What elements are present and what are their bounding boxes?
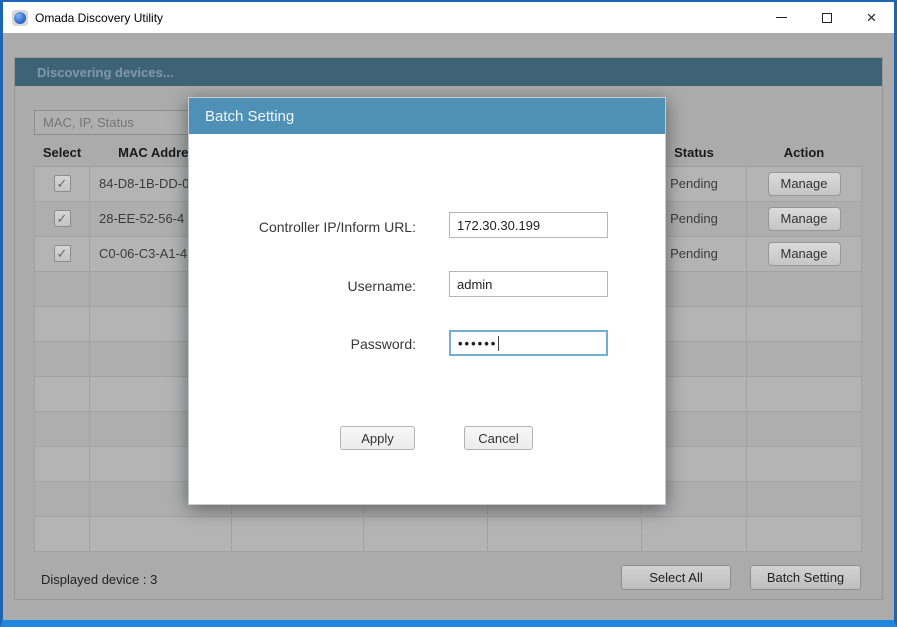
- action-cell: Manage: [747, 236, 862, 271]
- controller-url-label: Controller IP/Inform URL:: [189, 219, 416, 235]
- empty-cell: [747, 481, 862, 516]
- minimize-icon: [776, 17, 787, 18]
- action-cell: Manage: [747, 166, 862, 201]
- controller-url-input[interactable]: [449, 212, 608, 238]
- empty-cell: [35, 446, 90, 481]
- empty-cell: [364, 516, 488, 551]
- empty-cell: [232, 516, 364, 551]
- empty-cell: [35, 376, 90, 411]
- select-all-button[interactable]: Select All: [621, 565, 731, 590]
- dialog-titlebar[interactable]: Batch Setting: [189, 98, 665, 134]
- check-icon: ✓: [57, 211, 68, 226]
- maximize-icon: [822, 13, 832, 23]
- action-cell: Manage: [747, 201, 862, 236]
- empty-cell: [35, 516, 90, 551]
- window-title: Omada Discovery Utility: [35, 11, 163, 25]
- empty-cell: [747, 376, 862, 411]
- username-label: Username:: [189, 278, 416, 294]
- close-button[interactable]: ×: [849, 2, 894, 33]
- maximize-button[interactable]: [804, 2, 849, 33]
- check-icon: ✓: [57, 176, 68, 191]
- empty-cell: [642, 516, 747, 551]
- row-checkbox[interactable]: ✓: [54, 245, 71, 262]
- empty-cell: [35, 481, 90, 516]
- displayed-device-count: Displayed device : 3: [41, 572, 157, 587]
- password-masked-value: ••••••: [458, 336, 497, 351]
- app-window: Omada Discovery Utility × Discovering de…: [0, 0, 897, 627]
- column-action: Action: [747, 139, 862, 166]
- empty-cell: [747, 446, 862, 481]
- empty-cell: [90, 516, 232, 551]
- empty-cell: [747, 271, 862, 306]
- row-checkbox[interactable]: ✓: [54, 210, 71, 227]
- column-select: Select: [35, 139, 90, 166]
- apply-button[interactable]: Apply: [340, 426, 415, 450]
- empty-cell: [747, 411, 862, 446]
- close-icon: ×: [867, 8, 877, 28]
- check-icon: ✓: [57, 246, 68, 261]
- minimize-button[interactable]: [759, 2, 804, 33]
- select-cell: ✓: [35, 166, 90, 201]
- batch-setting-dialog: Batch Setting Controller IP/Inform URL: …: [188, 97, 666, 505]
- password-input[interactable]: ••••••: [449, 330, 608, 356]
- discover-status-text: Discovering devices...: [37, 65, 174, 80]
- empty-cell: [35, 411, 90, 446]
- discover-status-bar: Discovering devices...: [15, 58, 882, 86]
- window-titlebar[interactable]: Omada Discovery Utility ×: [3, 2, 894, 33]
- text-cursor: [498, 336, 499, 351]
- batch-setting-button[interactable]: Batch Setting: [750, 565, 861, 590]
- empty-cell: [35, 271, 90, 306]
- select-cell: ✓: [35, 201, 90, 236]
- username-input[interactable]: [449, 271, 608, 297]
- password-label: Password:: [189, 336, 416, 352]
- empty-cell: [35, 306, 90, 341]
- row-checkbox[interactable]: ✓: [54, 175, 71, 192]
- window-controls: ×: [759, 2, 894, 33]
- manage-button[interactable]: Manage: [768, 207, 841, 231]
- dialog-title: Batch Setting: [205, 108, 294, 125]
- select-cell: ✓: [35, 236, 90, 271]
- empty-cell: [747, 306, 862, 341]
- empty-cell: [35, 341, 90, 376]
- manage-button[interactable]: Manage: [768, 172, 841, 196]
- app-logo-icon: [12, 10, 28, 26]
- empty-table-row: [35, 516, 862, 551]
- manage-button[interactable]: Manage: [768, 242, 841, 266]
- empty-cell: [747, 341, 862, 376]
- empty-cell: [488, 516, 642, 551]
- empty-cell: [747, 516, 862, 551]
- cancel-button[interactable]: Cancel: [464, 426, 533, 450]
